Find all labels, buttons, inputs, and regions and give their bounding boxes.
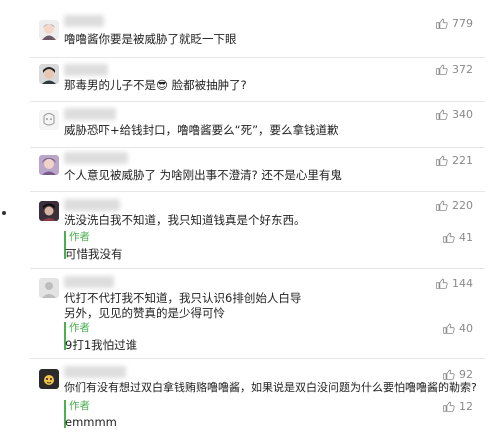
divider bbox=[30, 191, 485, 192]
author-tag: 作者 bbox=[69, 231, 90, 243]
author-reply-text: 可惜我没有 bbox=[65, 247, 123, 261]
like-count: 92 bbox=[459, 367, 473, 381]
like-button[interactable]: 41 bbox=[442, 230, 473, 244]
thumbs-up-icon bbox=[443, 323, 455, 334]
username[interactable] bbox=[64, 276, 114, 288]
thumbs-up-icon bbox=[436, 64, 448, 75]
thumbs-up-icon bbox=[436, 278, 448, 289]
avatar-girl-icon[interactable] bbox=[39, 20, 59, 40]
username[interactable] bbox=[64, 108, 116, 120]
thumbs-up-icon bbox=[436, 109, 448, 120]
avatar-sketch-icon[interactable] bbox=[39, 110, 59, 130]
comment-text: 那毒男的儿子不是😎 脸都被抽肿了? bbox=[64, 78, 247, 92]
thumbs-up-icon bbox=[436, 18, 448, 29]
like-count: 144 bbox=[452, 276, 473, 290]
author-tag: 作者 bbox=[69, 322, 90, 334]
like-button[interactable]: 221 bbox=[435, 153, 473, 167]
username[interactable] bbox=[64, 199, 120, 211]
comment-text: 你们有没有想过双白拿钱贿赂噜噜酱，如果说是双白没问题为什么要怕噜噜酱的勒索? bbox=[64, 381, 477, 394]
comment-text: 另外，见见的赞真的是少得可怜 bbox=[64, 306, 225, 320]
avatar-cartoon-icon[interactable] bbox=[39, 369, 59, 389]
avatar-gray-icon[interactable] bbox=[39, 278, 59, 298]
avatar-dark-icon[interactable] bbox=[39, 201, 59, 221]
comment-text: 威胁恐吓+给钱封口，噜噜酱要么“死”，要么拿钱道歉 bbox=[64, 123, 339, 137]
divider bbox=[30, 101, 485, 102]
like-button[interactable]: 40 bbox=[442, 321, 473, 335]
author-tag: 作者 bbox=[69, 400, 90, 412]
avatar-boy-icon[interactable] bbox=[39, 64, 59, 84]
comment-text: 洗没洗白我不知道，我只知道钱真是个好东西。 bbox=[64, 213, 306, 227]
comment-text: 个人意见被威胁了 为啥刚出事不澄清? 还不是心里有鬼 bbox=[64, 168, 342, 182]
left-margin bbox=[0, 0, 10, 435]
divider bbox=[30, 147, 485, 148]
avatar-purple-icon[interactable] bbox=[39, 155, 59, 175]
thumbs-up-icon bbox=[443, 401, 455, 412]
thumbs-up-icon bbox=[443, 232, 455, 243]
username[interactable] bbox=[64, 152, 128, 164]
like-button[interactable]: 779 bbox=[435, 16, 473, 30]
author-reply-text: emmmm bbox=[65, 415, 117, 429]
like-count: 779 bbox=[452, 16, 473, 30]
thumbs-up-icon bbox=[436, 200, 448, 211]
username[interactable] bbox=[64, 64, 108, 76]
like-count: 340 bbox=[452, 107, 473, 121]
like-button[interactable]: 372 bbox=[435, 62, 473, 76]
comment-text: 噜噜酱你要是被威胁了就眨一下眼 bbox=[64, 32, 237, 46]
like-count: 40 bbox=[459, 321, 473, 335]
username[interactable] bbox=[64, 366, 126, 378]
like-count: 220 bbox=[452, 198, 473, 212]
like-count: 12 bbox=[459, 399, 473, 413]
like-button[interactable]: 12 bbox=[442, 399, 473, 413]
author-reply-text: 9打1我怕过谁 bbox=[65, 338, 138, 352]
username[interactable] bbox=[64, 15, 104, 27]
like-count: 372 bbox=[452, 62, 473, 76]
thumbs-up-icon bbox=[436, 155, 448, 166]
like-button[interactable]: 144 bbox=[435, 276, 473, 290]
comment-text: 代打不代打我不知道，我只认识6排创始人白导 bbox=[64, 291, 302, 305]
divider bbox=[30, 57, 485, 58]
divider bbox=[30, 268, 485, 269]
like-button[interactable]: 220 bbox=[435, 198, 473, 212]
like-button[interactable]: 340 bbox=[435, 107, 473, 121]
thumbs-up-icon bbox=[443, 369, 455, 380]
like-count: 221 bbox=[452, 153, 473, 167]
like-count: 41 bbox=[459, 230, 473, 244]
bullet-dot bbox=[2, 211, 6, 215]
like-button[interactable]: 92 bbox=[442, 367, 473, 381]
divider bbox=[30, 358, 485, 359]
